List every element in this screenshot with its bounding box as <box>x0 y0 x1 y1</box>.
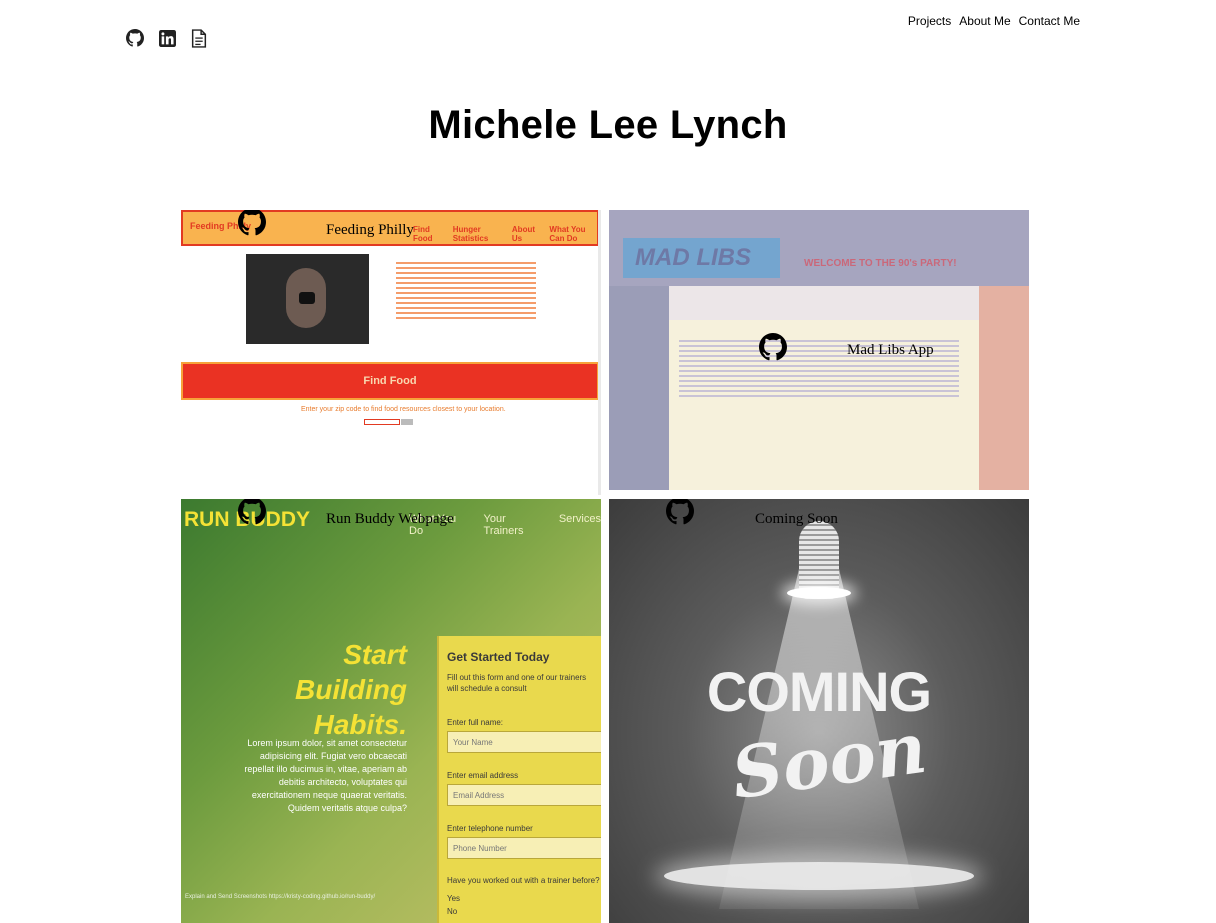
screenshot-form: Get Started Today Fill out this form and… <box>437 636 601 923</box>
screenshot-video <box>246 254 369 344</box>
github-icon[interactable] <box>124 27 146 49</box>
screenshot-menu-item: Find Food <box>413 225 433 243</box>
project-card-mad-libs[interactable]: MAD LIBS WELCOME TO THE 90's PARTY! Mad … <box>609 210 1029 490</box>
github-icon[interactable] <box>666 499 694 525</box>
screenshot-menu-item: Services <box>558 513 601 525</box>
project-card-feeding-philly[interactable]: Feeding Philly Find Food Hunger Statisti… <box>181 210 601 495</box>
screenshot-decoration <box>609 286 669 490</box>
nav-about[interactable]: About Me <box>959 14 1010 28</box>
social-links <box>124 27 210 49</box>
github-icon[interactable] <box>759 333 787 361</box>
screenshot-field: Phone Number <box>447 837 601 859</box>
screenshot-form-intro: Fill out this form and one of our traine… <box>447 673 587 694</box>
play-icon <box>299 292 315 304</box>
nav-contact[interactable]: Contact Me <box>1019 14 1080 28</box>
screenshot-title: MAD LIBS <box>635 244 751 271</box>
spotlight-floor <box>664 862 974 890</box>
linkedin-icon[interactable] <box>156 27 178 49</box>
screenshot-menu-item: About Us <box>511 225 536 243</box>
spotlight-bulb <box>787 587 851 599</box>
github-icon[interactable] <box>238 499 266 525</box>
screenshot-subtitle: WELCOME TO THE 90's PARTY! <box>804 258 957 269</box>
screenshot-submit <box>401 419 413 425</box>
screenshot-answer: No <box>447 907 458 916</box>
screenshot-find-food-banner: Find Food <box>181 362 598 400</box>
screenshot-footer: Explain and Send Screenshots https://kri… <box>185 894 376 900</box>
screenshot-field-label: Enter email address <box>447 771 519 780</box>
project-title[interactable]: Mad Libs App <box>847 342 934 359</box>
project-title[interactable]: Run Buddy Webpage <box>326 511 454 528</box>
screenshot-paragraph <box>396 262 536 322</box>
resume-icon[interactable] <box>188 27 210 49</box>
screenshot-menu-item: Your Trainers <box>483 513 524 537</box>
screenshot-menu-item: What You Can Do <box>549 225 586 243</box>
project-card-coming-soon[interactable]: COMING Soon Coming Soon <box>609 499 1029 923</box>
github-icon[interactable] <box>238 210 266 236</box>
top-nav: Projects About Me Contact Me <box>908 14 1080 28</box>
screenshot-body: Lorem ipsum dolor, sit amet consectetur … <box>244 738 407 814</box>
screenshot-field: Email Address <box>447 784 601 806</box>
screenshot-question: Have you worked out with a trainer befor… <box>447 876 600 885</box>
screenshot-field-label: Enter full name: <box>447 718 504 727</box>
screenshot-headline: Start Building Habits. <box>295 639 407 740</box>
screenshot-find-food-text: Find Food <box>363 375 417 387</box>
screenshot-tagline: Enter your zip code to find food resourc… <box>301 406 506 413</box>
screenshot-field-label: Enter telephone number <box>447 824 533 833</box>
project-title[interactable]: Coming Soon <box>755 511 838 528</box>
screenshot-form-title: Get Started Today <box>447 650 550 664</box>
screenshot-zip-input <box>364 419 400 425</box>
nav-projects[interactable]: Projects <box>908 14 951 28</box>
screenshot-menu: Find Food Hunger Statistics About Us Wha… <box>413 225 597 243</box>
project-card-run-buddy[interactable]: RUN BUDDY What You Do Your Trainers Serv… <box>181 499 601 923</box>
page-title: Michele Lee Lynch <box>428 103 788 147</box>
screenshot-decoration <box>979 286 1029 490</box>
screenshot-menu-item: Hunger Statistics <box>452 225 489 243</box>
screenshot-field: Your Name <box>447 731 601 753</box>
screenshot-answer: Yes <box>447 894 461 903</box>
project-title[interactable]: Feeding Philly <box>326 222 414 239</box>
